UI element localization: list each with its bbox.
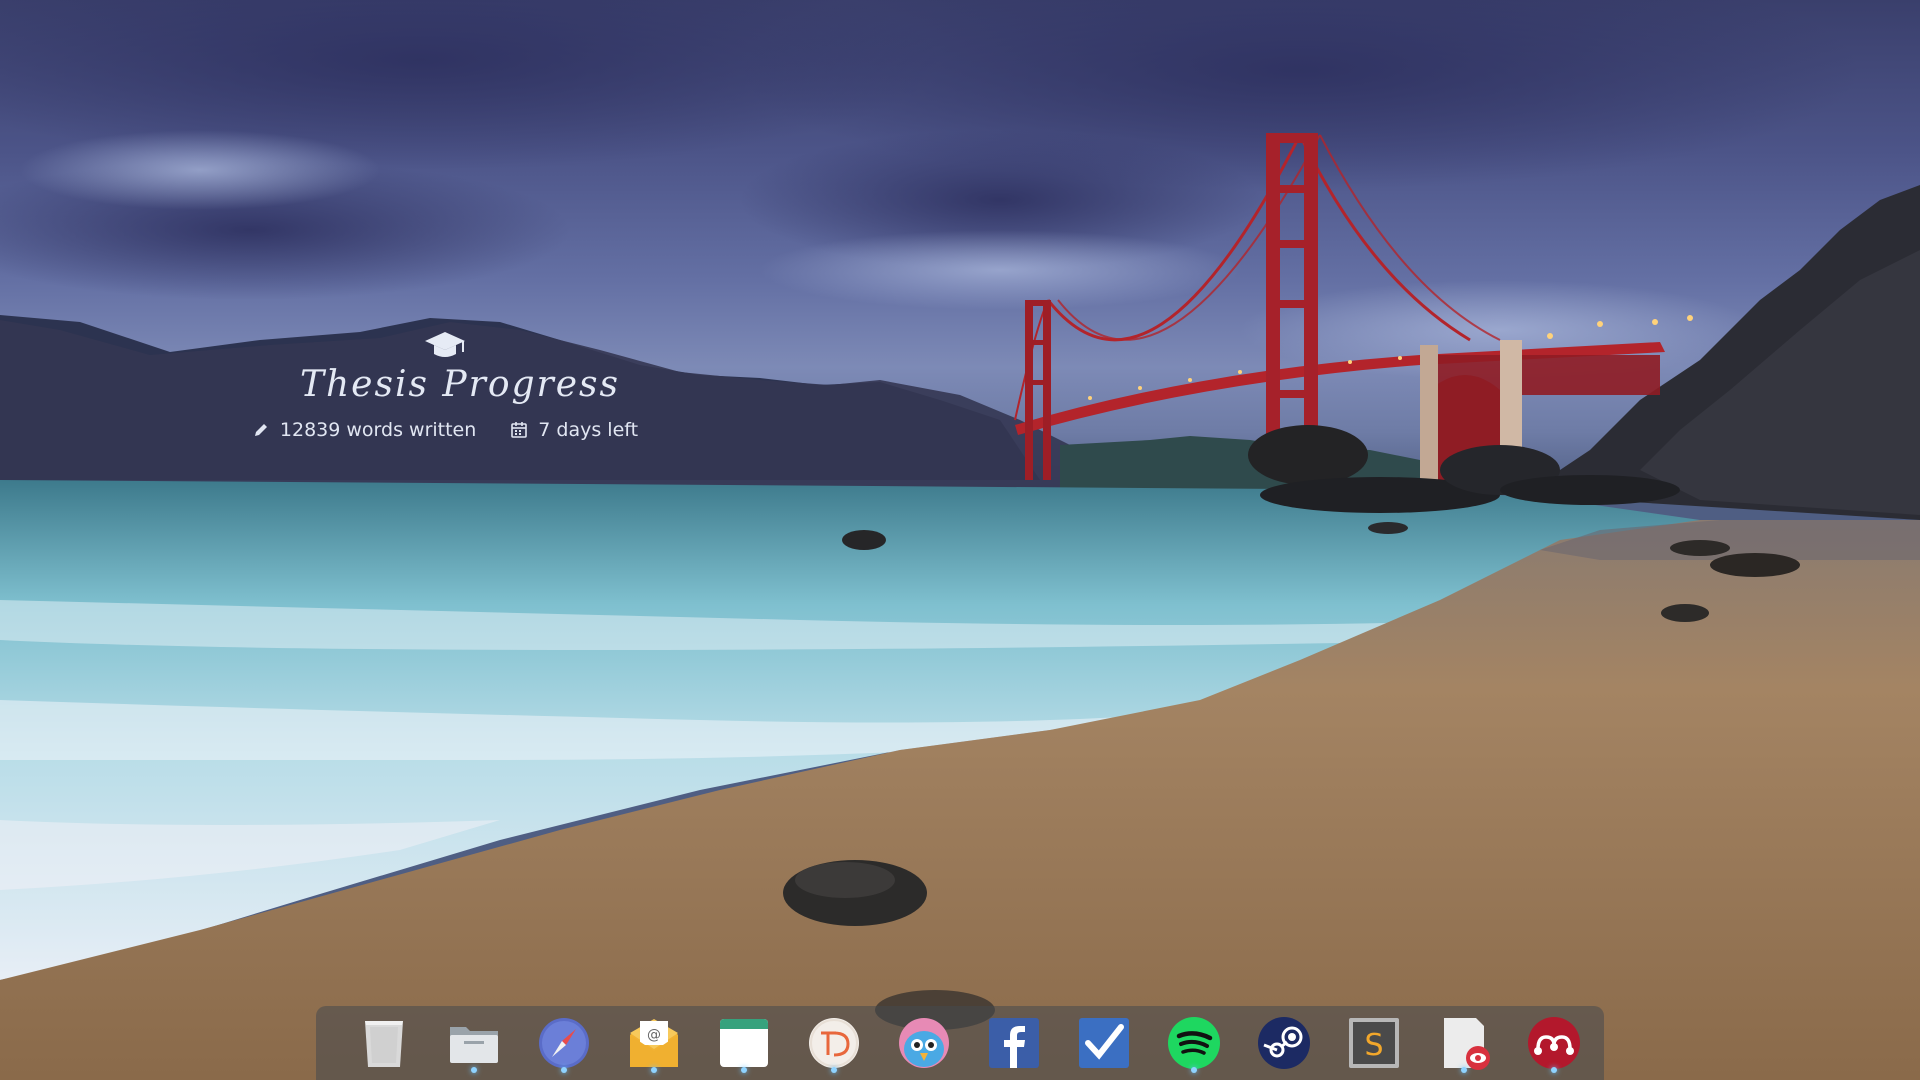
svg-text:S: S	[1364, 1028, 1383, 1063]
dock-item-tasks[interactable]	[1068, 1012, 1140, 1074]
dock-item-trash[interactable]	[348, 1012, 420, 1074]
days-left-text: 7 days left	[538, 419, 639, 441]
words-written-text: 12839 words written	[279, 419, 477, 441]
checkmark-icon	[1079, 1018, 1129, 1068]
trash-icon	[365, 1021, 403, 1067]
dock-item-spotify[interactable]	[1158, 1012, 1230, 1074]
running-indicator	[1191, 1067, 1197, 1073]
dock-item-facebook[interactable]	[978, 1012, 1050, 1074]
running-indicator	[471, 1067, 477, 1073]
dock-item-twitter-client[interactable]	[888, 1012, 960, 1074]
mendeley-icon	[1528, 1017, 1580, 1069]
running-indicator	[741, 1067, 747, 1073]
dock: @ S	[316, 1006, 1604, 1080]
dock-item-web-browser[interactable]	[528, 1012, 600, 1074]
dock-item-document-viewer[interactable]	[1428, 1012, 1500, 1074]
dock-item-sublime-text[interactable]: S	[1338, 1012, 1410, 1074]
mail-icon: @	[630, 1019, 678, 1067]
sublime-icon: S	[1349, 1018, 1399, 1068]
calendar-icon	[511, 422, 528, 438]
compass-icon	[539, 1018, 589, 1068]
steam-icon	[1258, 1017, 1310, 1069]
svg-text:@: @	[647, 1027, 661, 1043]
dock-item-todoist[interactable]	[798, 1012, 870, 1074]
bird-icon	[899, 1018, 949, 1068]
todoist-icon	[809, 1018, 859, 1068]
words-written-stat: 12839 words written	[252, 419, 476, 441]
running-indicator	[561, 1067, 567, 1073]
spotify-icon	[1168, 1017, 1220, 1069]
running-indicator	[1551, 1067, 1557, 1073]
calendar-app-icon	[720, 1019, 768, 1067]
dock-item-steam[interactable]	[1248, 1012, 1320, 1074]
document-viewer-icon	[1444, 1018, 1490, 1070]
running-indicator	[1461, 1067, 1467, 1073]
folder-icon	[450, 1027, 498, 1063]
thesis-progress-widget: Thesis Progress 12839 words written 7 da…	[235, 330, 655, 441]
dock-item-calendar[interactable]	[708, 1012, 780, 1074]
days-left-stat: 7 days left	[510, 419, 638, 441]
running-indicator	[651, 1067, 657, 1073]
graduation-cap-icon	[425, 332, 465, 357]
wallpaper	[0, 0, 1920, 1080]
facebook-icon	[989, 1018, 1039, 1068]
dock-item-mail[interactable]: @	[618, 1012, 690, 1074]
dock-item-mendeley[interactable]	[1518, 1012, 1590, 1074]
widget-title: Thesis Progress	[299, 364, 621, 405]
dock-item-files[interactable]	[438, 1012, 510, 1074]
pencil-icon	[254, 424, 267, 436]
desktop[interactable]: Thesis Progress 12839 words written 7 da…	[0, 0, 1920, 1080]
running-indicator	[831, 1067, 837, 1073]
